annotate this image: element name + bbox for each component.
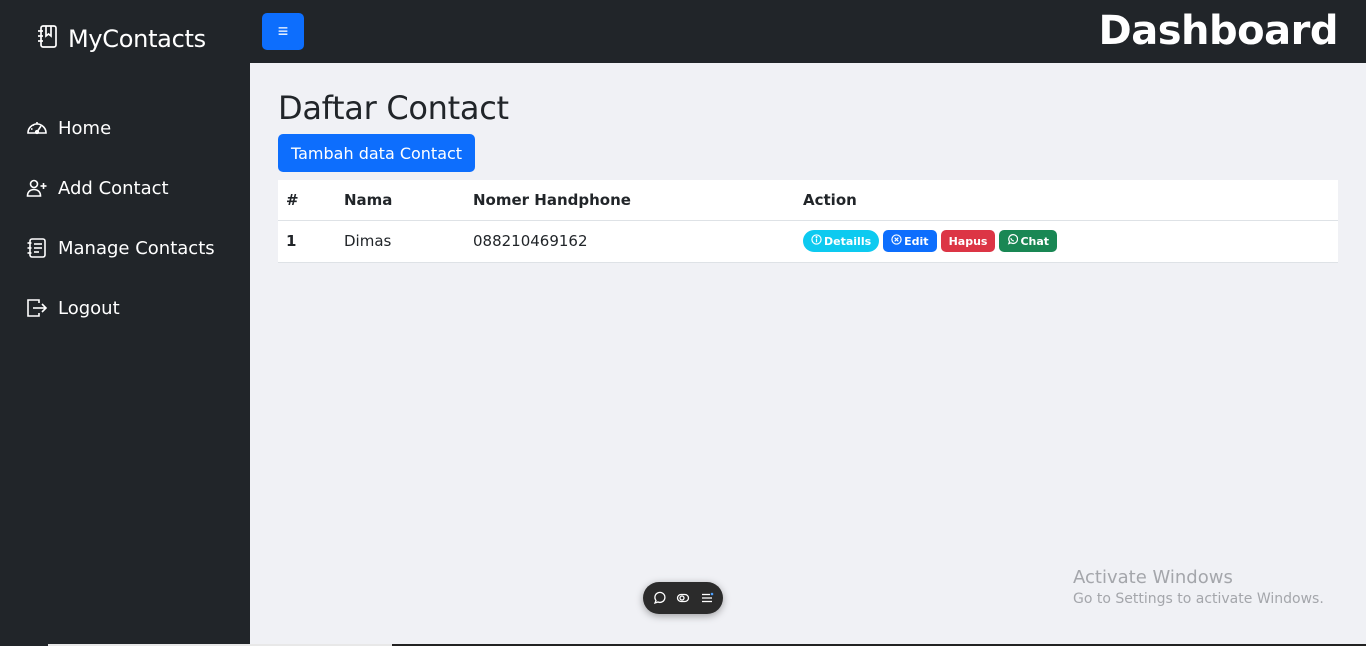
edit-label: Edit: [904, 234, 929, 248]
hamburger-icon: ≡: [277, 21, 289, 41]
x-circle-icon: [891, 234, 902, 248]
main-content: Daftar Contact Tambah data Contact # Nam…: [250, 63, 1366, 646]
sidebar-item-label: Add Contact: [58, 177, 169, 199]
watermark-title: Activate Windows: [1073, 567, 1233, 588]
delete-button[interactable]: Hapus: [940, 230, 996, 252]
whatsapp-icon: [1007, 234, 1019, 248]
brand[interactable]: MyContacts: [36, 24, 206, 54]
sidebar-item-label: Manage Contacts: [58, 237, 215, 259]
column-header-action: Action: [795, 180, 1338, 221]
cell-nama: Dimas: [336, 220, 465, 263]
person-plus-icon: [26, 177, 48, 199]
cell-phone: 088210469162: [465, 220, 795, 263]
info-circle-icon: [811, 234, 822, 248]
table-row: 1 Dimas 088210469162 Detaills Edit Hapus…: [278, 220, 1338, 263]
list-menu-icon[interactable]: [700, 591, 714, 605]
column-header-nama: Nama: [336, 180, 465, 221]
sidebar-item-label: Home: [58, 117, 112, 139]
chat-button[interactable]: Chat: [999, 230, 1058, 252]
delete-label: Hapus: [948, 234, 988, 248]
cell-actions: Detaills Edit Hapus Chat: [795, 220, 1338, 263]
sidebar-item-home[interactable]: Home: [26, 117, 111, 139]
page-title: Daftar Contact: [278, 89, 509, 127]
sidebar-item-manage-contacts[interactable]: Manage Contacts: [26, 237, 215, 259]
brand-name: MyContacts: [68, 25, 206, 53]
box-arrow-right-icon: [26, 297, 48, 319]
edit-button[interactable]: Edit: [883, 230, 937, 252]
cell-number: 1: [278, 220, 336, 263]
toggle-icon[interactable]: [676, 591, 690, 605]
address-book-icon: [36, 24, 60, 54]
top-bar: ≡ Dashboard: [250, 0, 1366, 63]
sidebar-toggle-button[interactable]: ≡: [262, 13, 304, 50]
windows-activation-watermark: Activate Windows Go to Settings to activ…: [1073, 567, 1324, 607]
speedometer-icon: [26, 117, 48, 139]
add-contact-button[interactable]: Tambah data Contact: [278, 134, 476, 172]
page-header-title: Dashboard: [1098, 8, 1339, 54]
table-header-row: # Nama Nomer Handphone Action: [278, 180, 1338, 221]
sidebar-item-label: Logout: [58, 297, 120, 319]
journal-text-icon: [26, 237, 48, 259]
sidebar-item-logout[interactable]: Logout: [26, 297, 120, 319]
watermark-subtitle: Go to Settings to activate Windows.: [1073, 591, 1324, 607]
details-label: Detaills: [824, 234, 872, 248]
column-header-phone: Nomer Handphone: [465, 180, 795, 221]
contacts-table: # Nama Nomer Handphone Action 1 Dimas 08…: [278, 180, 1338, 263]
column-header-number: #: [278, 180, 336, 221]
details-button[interactable]: Detaills: [803, 230, 880, 252]
sidebar-item-add-contact[interactable]: Add Contact: [26, 177, 169, 199]
floating-toolbar: [643, 582, 723, 614]
sidebar: MyContacts Home Add Contact Manage Conta…: [0, 0, 250, 646]
chat-label: Chat: [1020, 234, 1050, 248]
chat-bubble-icon[interactable]: [653, 591, 667, 605]
